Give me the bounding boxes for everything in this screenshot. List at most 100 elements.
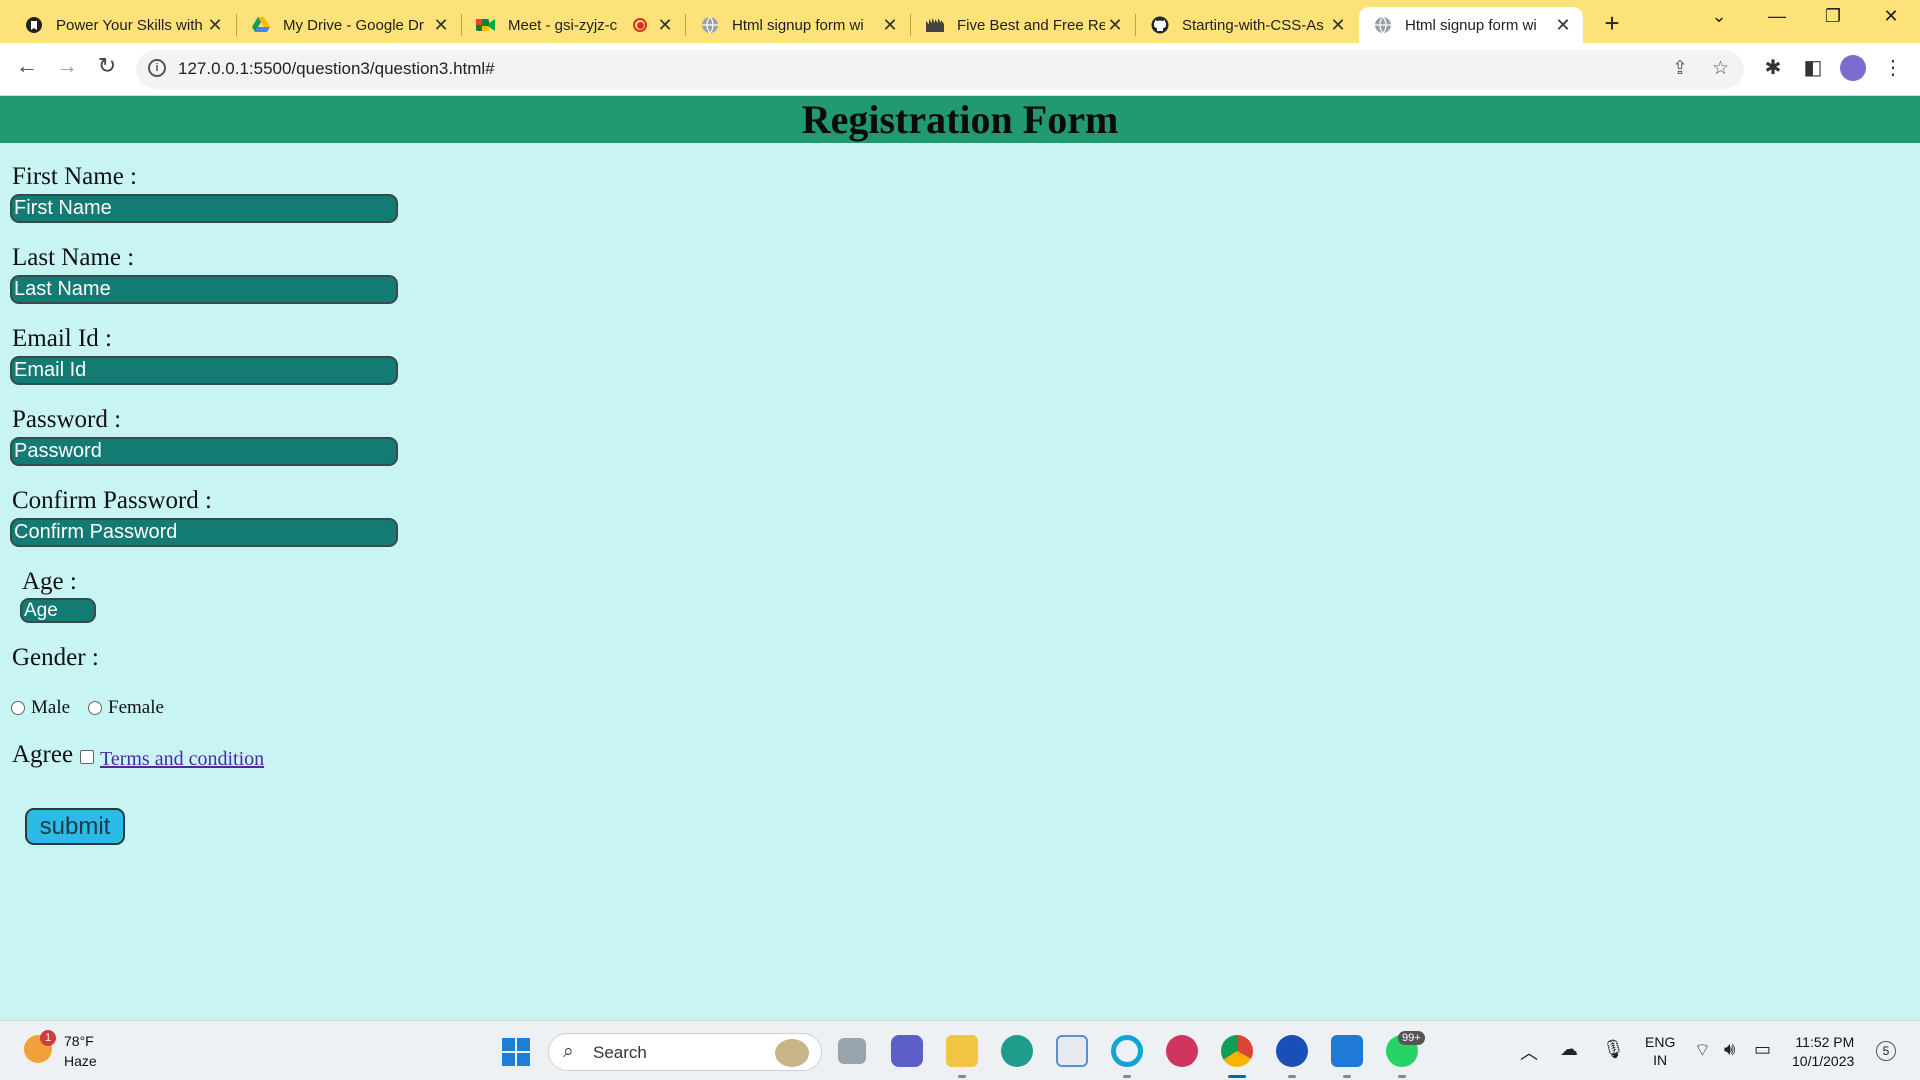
running-indicator [1288,1075,1296,1078]
active-app-indicator [1228,1075,1246,1078]
search-icon: ⌕ [563,1041,574,1062]
edge-browser-icon[interactable] [1001,1035,1033,1067]
new-tab-button[interactable]: + [1598,8,1626,39]
globe-icon [1373,15,1393,35]
last-name-input[interactable] [10,275,398,304]
cortana-ring-icon[interactable] [1111,1035,1143,1067]
close-tab-icon[interactable]: ✕ [205,15,225,36]
terms-and-condition-link[interactable]: Terms and condition [100,748,264,771]
wps-office-icon[interactable] [1166,1035,1198,1067]
teams-chat-icon[interactable] [891,1035,923,1067]
onedrive-cloud-icon[interactable]: ☁ [1560,1039,1578,1060]
tab-html-signup-form-active[interactable]: Html signup form wi ✕ [1359,7,1583,43]
close-tab-icon[interactable]: ✕ [1553,15,1573,36]
running-indicator [1343,1075,1351,1078]
running-indicator [1123,1075,1131,1078]
first-name-input[interactable] [10,194,398,223]
gender-label: Gender : [12,644,99,671]
password-label: Password : [12,406,122,433]
input-language-indicator[interactable]: ENG IN [1645,1033,1675,1069]
close-tab-icon[interactable]: ✕ [431,15,451,36]
share-icon[interactable]: ⇪ [1672,57,1688,80]
minimize-button[interactable]: — [1762,6,1792,27]
webex-icon[interactable] [1276,1035,1308,1067]
side-panel-icon[interactable]: ◧ [1800,55,1826,80]
profile-avatar[interactable] [1840,55,1866,81]
email-input[interactable] [10,356,398,385]
close-tab-icon[interactable]: ✕ [1105,15,1125,36]
forward-button[interactable]: → [52,53,82,79]
battery-icon[interactable]: ▭ [1754,1039,1771,1060]
globe-icon [700,15,720,35]
github-icon [1150,15,1170,35]
tab-google-drive[interactable]: My Drive - Google Dr ✕ [237,7,461,43]
tab-starting-with-css[interactable]: Starting-with-CSS-As ✕ [1136,7,1358,43]
file-explorer-icon[interactable] [946,1035,978,1067]
password-input[interactable] [10,437,398,466]
volume-icon[interactable]: 🔊︎ [1724,1039,1735,1060]
google-meet-icon [476,15,496,35]
tab-html-signup-form[interactable]: Html signup form wi ✕ [686,7,910,43]
task-view-icon[interactable] [838,1038,866,1064]
address-bar[interactable]: i 127.0.0.1:5500/question3/question3.htm… [136,50,1744,89]
vscode-icon[interactable] [1331,1035,1363,1067]
language-code: ENG [1645,1034,1676,1050]
tab-title: Starting-with-CSS-As [1182,16,1324,34]
windows-start-icon[interactable] [502,1038,530,1066]
page-title: Registration Form [801,97,1119,142]
gender-female-label: Female [108,697,164,718]
url-text[interactable]: 127.0.0.1:5500/question3/question3.html# [178,59,495,79]
site-info-icon[interactable]: i [148,59,166,77]
restore-button[interactable]: ❐ [1818,6,1848,27]
clock-time: 11:52 PM [1795,1034,1855,1050]
tab-power-your-skills[interactable]: Power Your Skills with ✕ [10,7,235,43]
page-header: Registration Form [0,96,1920,143]
more-menu-icon[interactable]: ⋮ [1880,55,1906,80]
taskbar-search-text: Search [593,1043,647,1062]
tab-search-chevron-icon[interactable]: ⌄ [1704,6,1734,27]
clock-date: 10/1/2023 [1792,1053,1855,1069]
tab-google-meet[interactable]: Meet - gsi-zyjz-c ✕ [462,7,685,43]
weather-temperature[interactable]: 78°F [64,1033,94,1049]
tab-title: Five Best and Free Re [957,16,1105,34]
close-tab-icon[interactable]: ✕ [880,15,900,36]
confirm-password-input[interactable] [10,518,398,547]
age-label: Age : [22,568,77,595]
bookmark-favicon-icon [24,15,44,35]
weather-description[interactable]: Haze [64,1053,97,1069]
region-code: IN [1653,1052,1668,1068]
whatsapp-unread-badge: 99+ [1398,1031,1425,1045]
email-label: Email Id : [12,325,112,352]
taskbar-search-box[interactable]: ⌕ Search [548,1033,822,1071]
tab-title: Power Your Skills with [56,16,203,34]
close-tab-icon[interactable]: ✕ [1328,15,1348,36]
age-input[interactable] [20,598,96,623]
google-drive-icon [251,15,271,35]
show-hidden-icons-chevron-icon[interactable]: ︿ [1520,1039,1538,1065]
last-name-label: Last Name : [12,244,135,271]
gender-female-radio[interactable] [88,701,102,715]
wifi-icon[interactable]: ⌔ [1694,1039,1711,1062]
reload-button[interactable]: ↻ [92,53,122,79]
chrome-browser-icon[interactable] [1221,1035,1253,1067]
tab-title: My Drive - Google Dr [283,16,424,34]
close-tab-icon[interactable]: ✕ [655,15,675,36]
microsoft-store-icon[interactable] [1056,1035,1088,1067]
gender-male-radio[interactable] [11,701,25,715]
close-window-button[interactable]: ✕ [1876,6,1906,27]
system-clock[interactable]: 11:52 PM 10/1/2023 [1792,1033,1854,1071]
tab-strip: Power Your Skills with ✕ My Drive - Goog… [0,0,1920,43]
bookmark-star-icon[interactable]: ☆ [1712,57,1729,80]
tab-five-best-and-free[interactable]: Five Best and Free Re ✕ [911,7,1135,43]
tab-title: Html signup form wi [732,16,864,34]
agree-checkbox[interactable] [80,750,94,764]
agree-label: Agree [12,741,74,768]
submit-button[interactable]: submit [25,808,125,845]
microphone-icon[interactable]: 🎙︎ [1602,1039,1625,1060]
extensions-puzzle-icon[interactable]: ✱ [1760,55,1786,80]
confirm-password-label: Confirm Password : [12,487,212,514]
notification-count-badge[interactable]: 5 [1876,1041,1896,1061]
back-button[interactable]: ← [12,53,42,79]
first-name-label: First Name : [12,163,137,190]
gender-male-label: Male [31,697,71,718]
